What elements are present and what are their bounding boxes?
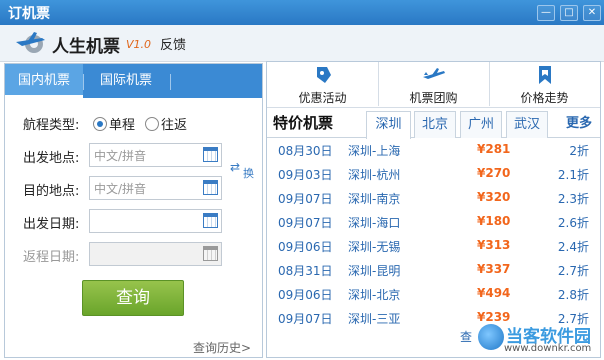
deals-title: 特价机票 bbox=[273, 114, 334, 132]
deal-price: ¥180 bbox=[477, 214, 511, 228]
one-way-label[interactable]: 单程 bbox=[109, 114, 135, 133]
plane-icon bbox=[423, 68, 445, 79]
calendar-icon bbox=[203, 246, 218, 261]
deal-row[interactable]: 09月06日 深圳-无锡 ¥313 2.4折 bbox=[267, 234, 600, 258]
watermark-url: www.downkr.com bbox=[504, 343, 592, 354]
deal-row[interactable]: 09月07日 深圳-海口 ¥180 2.6折 bbox=[267, 210, 600, 234]
deal-date: 09月07日 bbox=[278, 312, 333, 326]
app-version: V1.0 bbox=[126, 38, 152, 51]
swap-label: 换 bbox=[243, 167, 254, 180]
to-label: 目的地点: bbox=[23, 184, 80, 199]
round-trip-radio[interactable] bbox=[145, 117, 159, 131]
deal-date: 08月30日 bbox=[278, 144, 333, 158]
deal-discount: 2折 bbox=[569, 144, 589, 158]
deal-date: 09月07日 bbox=[278, 192, 333, 206]
depart-date-input[interactable] bbox=[89, 209, 222, 233]
search-history-link[interactable]: 查询历史> bbox=[193, 339, 251, 356]
from-label: 出发地点: bbox=[23, 151, 80, 166]
price-trend-button[interactable]: 价格走势 bbox=[489, 62, 600, 106]
watermark: 查 当客软件园 www.downkr.com bbox=[456, 318, 602, 358]
price-trend-label: 价格走势 bbox=[520, 91, 569, 105]
deal-discount: 2.7折 bbox=[557, 264, 589, 278]
close-button[interactable]: ✕ bbox=[583, 5, 601, 21]
trip-type-label: 航程类型: bbox=[23, 118, 80, 133]
return-date-input bbox=[89, 242, 222, 266]
deal-discount: 2.3折 bbox=[557, 192, 589, 206]
deal-route[interactable]: 深圳-海口 bbox=[348, 214, 400, 231]
deal-price: ¥313 bbox=[477, 238, 511, 252]
deal-route[interactable]: 深圳-昆明 bbox=[348, 262, 400, 279]
booking-panel: 国内机票 国际机票 航程类型: 单程 往返 出发地点: 中文/拼音 目的地点: … bbox=[4, 63, 263, 358]
deal-route[interactable]: 深圳-北京 bbox=[348, 286, 400, 303]
more-link[interactable]: 更多 bbox=[566, 112, 592, 131]
maximize-button[interactable]: □ bbox=[560, 5, 578, 21]
swap-cities-button[interactable]: ⇄ 换 bbox=[230, 160, 256, 182]
deal-route[interactable]: 深圳-杭州 bbox=[348, 166, 400, 183]
calendar-icon[interactable] bbox=[203, 147, 218, 162]
city-tab-wuhan[interactable]: 武汉 bbox=[506, 111, 548, 138]
depart-date-label: 出发日期: bbox=[23, 217, 80, 232]
bookmark-icon bbox=[539, 66, 551, 84]
city-tab-guangzhou[interactable]: 广州 bbox=[460, 111, 502, 138]
deal-date: 09月06日 bbox=[278, 288, 333, 302]
coupon-icon bbox=[317, 67, 331, 83]
deal-row[interactable]: 08月31日 深圳-昆明 ¥337 2.7折 bbox=[267, 258, 600, 282]
watermark-prefix: 查 bbox=[460, 330, 473, 344]
deal-price: ¥320 bbox=[477, 190, 511, 204]
promotions-button[interactable]: 优惠活动 bbox=[267, 62, 379, 106]
calendar-icon[interactable] bbox=[203, 180, 218, 195]
deal-date: 09月06日 bbox=[278, 240, 333, 254]
watermark-logo-icon bbox=[478, 324, 504, 350]
one-way-radio[interactable] bbox=[93, 117, 107, 131]
deal-route[interactable]: 深圳-无锡 bbox=[348, 238, 400, 255]
deal-date: 08月31日 bbox=[278, 264, 333, 278]
deals-panel: 优惠活动 机票团购 价格走势 特价机票 深圳 北京 广州 武汉 更多 08月30… bbox=[266, 61, 601, 358]
from-placeholder: 中文/拼音 bbox=[94, 149, 147, 163]
from-input[interactable]: 中文/拼音 bbox=[89, 143, 222, 167]
airplane-gear-logo-icon bbox=[16, 32, 45, 53]
calendar-icon[interactable] bbox=[203, 213, 218, 228]
deal-date: 09月07日 bbox=[278, 216, 333, 230]
deal-price: ¥337 bbox=[477, 262, 511, 276]
deals-header: 特价机票 深圳 北京 广州 武汉 更多 bbox=[267, 107, 600, 139]
deal-price: ¥270 bbox=[477, 166, 511, 180]
return-date-label: 返程日期: bbox=[23, 250, 80, 265]
brand-bar: 人生机票 V1.0 反馈 bbox=[0, 25, 604, 62]
tab-domestic[interactable]: 国内机票 bbox=[5, 64, 83, 98]
window-title: 订机票 bbox=[8, 6, 50, 22]
promotions-label: 优惠活动 bbox=[298, 91, 347, 105]
search-button[interactable]: 查询 bbox=[82, 280, 184, 316]
deal-price: ¥494 bbox=[477, 286, 511, 300]
tab-separator bbox=[170, 74, 171, 90]
deal-discount: 2.4折 bbox=[557, 240, 589, 254]
swap-arrows-icon: ⇄ bbox=[230, 160, 241, 174]
ticket-tabs: 国内机票 国际机票 bbox=[5, 64, 262, 98]
feedback-link[interactable]: 反馈 bbox=[160, 34, 186, 53]
deal-row[interactable]: 08月30日 深圳-上海 ¥281 2折 bbox=[267, 138, 600, 162]
deal-price: ¥281 bbox=[477, 142, 511, 156]
deal-row[interactable]: 09月06日 深圳-北京 ¥494 2.8折 bbox=[267, 282, 600, 306]
tab-international[interactable]: 国际机票 bbox=[84, 64, 168, 98]
minimize-button[interactable]: — bbox=[537, 5, 555, 21]
to-input[interactable]: 中文/拼音 bbox=[89, 176, 222, 200]
deal-date: 09月03日 bbox=[278, 168, 333, 182]
deal-discount: 2.1折 bbox=[557, 168, 589, 182]
deal-discount: 2.6折 bbox=[557, 216, 589, 230]
deal-discount: 2.8折 bbox=[557, 288, 589, 302]
app-name: 人生机票 bbox=[52, 37, 120, 57]
deal-row[interactable]: 09月07日 深圳-南京 ¥320 2.3折 bbox=[267, 186, 600, 210]
round-trip-label[interactable]: 往返 bbox=[161, 114, 187, 133]
group-buy-label: 机票团购 bbox=[409, 91, 458, 105]
group-buy-button[interactable]: 机票团购 bbox=[378, 62, 490, 106]
deal-route[interactable]: 深圳-南京 bbox=[348, 190, 400, 207]
to-placeholder: 中文/拼音 bbox=[94, 182, 147, 196]
city-tab-beijing[interactable]: 北京 bbox=[414, 111, 456, 138]
deal-row[interactable]: 09月03日 深圳-杭州 ¥270 2.1折 bbox=[267, 162, 600, 186]
deal-route[interactable]: 深圳-三亚 bbox=[348, 310, 400, 327]
title-bar: 订机票 — □ ✕ bbox=[0, 0, 604, 25]
city-tab-shenzhen[interactable]: 深圳 bbox=[366, 111, 411, 139]
deal-route[interactable]: 深圳-上海 bbox=[348, 142, 400, 159]
